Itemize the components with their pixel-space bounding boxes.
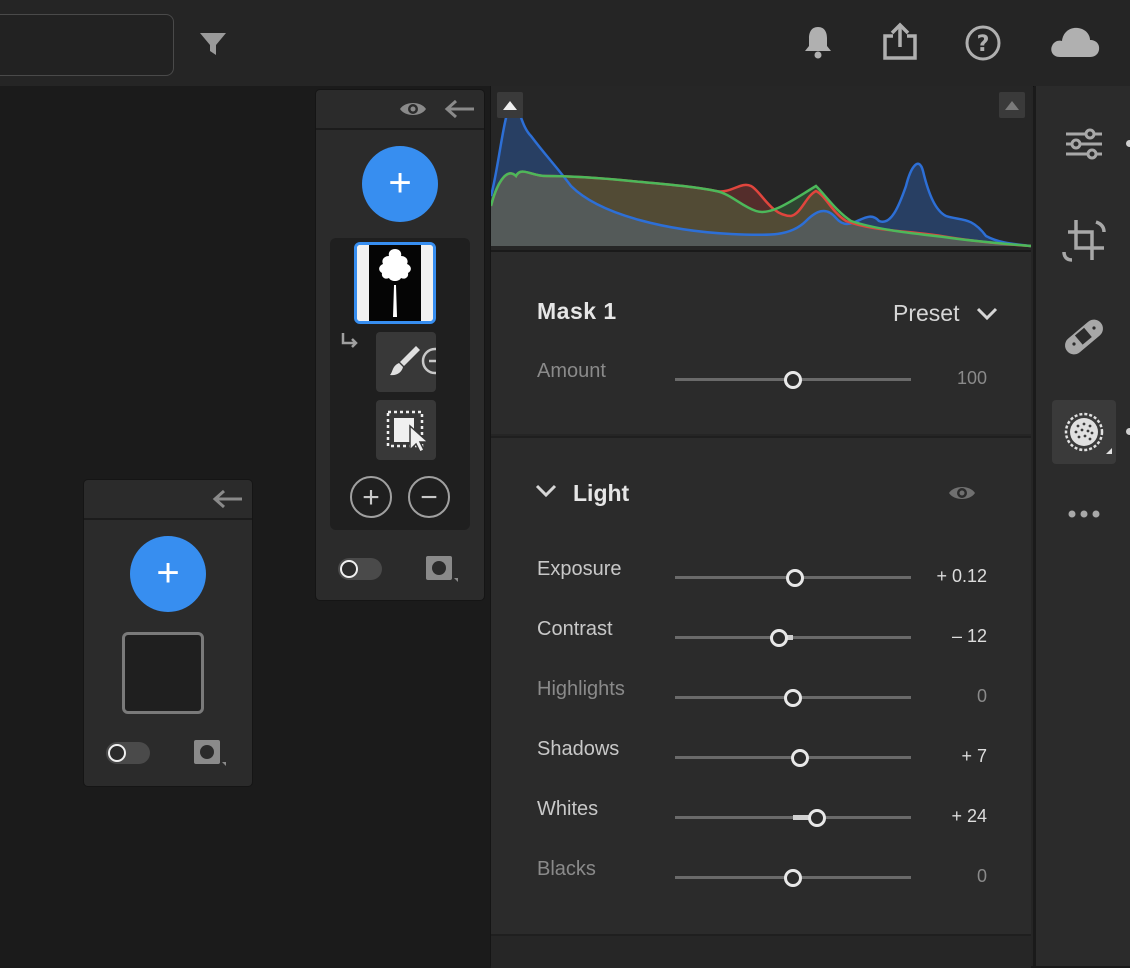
whites-value[interactable]: + 24 xyxy=(887,806,987,827)
next-section xyxy=(491,934,1031,968)
healing-button[interactable] xyxy=(1052,304,1116,368)
masks-panel: + + − xyxy=(316,90,484,600)
svg-text:?: ? xyxy=(977,32,990,57)
mask-settings-section xyxy=(491,252,1031,434)
panel-header xyxy=(316,90,484,130)
highlights-label: Highlights xyxy=(537,678,625,700)
blacks-value[interactable]: 0 xyxy=(887,866,987,887)
help-icon[interactable]: ? xyxy=(964,24,1002,62)
arrow-left-icon[interactable] xyxy=(444,98,476,120)
light-section-title[interactable]: Light xyxy=(573,480,629,507)
overlay-toggle[interactable] xyxy=(338,558,382,580)
preset-dropdown[interactable]: Preset xyxy=(893,300,998,327)
shadows-slider[interactable] xyxy=(675,749,911,767)
new-mask-panel: + xyxy=(84,480,252,786)
side-toolbar xyxy=(1034,86,1130,966)
chevron-down-icon xyxy=(976,307,997,321)
highlights-value[interactable]: 0 xyxy=(887,686,987,707)
crop-icon xyxy=(1062,220,1106,262)
chevron-down-icon[interactable] xyxy=(535,484,557,498)
add-to-mask-button[interactable]: + xyxy=(350,476,392,518)
eye-icon[interactable] xyxy=(947,482,977,504)
overlay-mode-icon[interactable] xyxy=(192,738,228,768)
empty-mask-thumbnail[interactable] xyxy=(122,632,204,714)
edit-sliders-button[interactable] xyxy=(1052,112,1116,176)
create-new-mask-button[interactable]: + xyxy=(362,146,438,222)
healing-icon xyxy=(1065,319,1103,355)
shadows-value[interactable]: + 7 xyxy=(887,746,987,767)
blacks-slider[interactable] xyxy=(675,869,911,887)
subitem-arrow-icon xyxy=(340,332,360,348)
more-button[interactable] xyxy=(1052,482,1116,546)
edit-panel: Mask 1 Preset Amount 100 Light Exposure … xyxy=(489,86,1033,968)
more-icon xyxy=(1068,510,1100,518)
arrow-left-icon[interactable] xyxy=(212,488,244,510)
mask-thumbnail[interactable] xyxy=(354,242,436,324)
exposure-slider[interactable] xyxy=(675,569,911,587)
bell-icon[interactable] xyxy=(802,24,834,60)
mask-1-group: + − xyxy=(330,238,470,530)
exposure-value[interactable]: + 0.12 xyxy=(887,566,987,587)
brush-subtract-icon xyxy=(390,346,449,376)
panel-header xyxy=(84,480,252,520)
contrast-slider[interactable] xyxy=(675,629,911,647)
highlights-slider[interactable] xyxy=(675,689,911,707)
create-new-mask-button[interactable]: + xyxy=(130,536,206,612)
top-toolbar: ? xyxy=(0,0,1130,87)
highlight-clipping-toggle[interactable] xyxy=(999,92,1025,118)
overlay-toggle[interactable] xyxy=(106,742,150,764)
amount-slider[interactable] xyxy=(675,371,911,389)
filter-icon[interactable] xyxy=(198,30,228,58)
eye-icon[interactable] xyxy=(398,98,428,120)
subtract-from-mask-button[interactable]: − xyxy=(408,476,450,518)
masking-icon xyxy=(1064,412,1112,454)
overlay-mode-icon[interactable] xyxy=(424,554,460,584)
contrast-value[interactable]: – 12 xyxy=(887,626,987,647)
crop-button[interactable] xyxy=(1052,208,1116,272)
shadow-clipping-toggle[interactable] xyxy=(497,92,523,118)
indicator-dot xyxy=(1126,140,1130,147)
preset-label: Preset xyxy=(893,300,960,326)
brush-component-button[interactable] xyxy=(376,332,449,392)
masking-button[interactable] xyxy=(1052,400,1116,464)
amount-value[interactable]: 100 xyxy=(887,368,987,389)
select-subject-button[interactable] xyxy=(376,400,436,460)
contrast-label: Contrast xyxy=(537,618,613,640)
cloud-icon[interactable] xyxy=(1048,24,1102,60)
indicator-dot xyxy=(1126,428,1130,435)
exposure-label: Exposure xyxy=(537,558,622,580)
select-subject-icon xyxy=(386,410,430,454)
blacks-label: Blacks xyxy=(537,858,596,880)
search-input[interactable] xyxy=(0,14,174,76)
whites-slider[interactable] xyxy=(675,809,911,827)
share-icon[interactable] xyxy=(880,22,920,62)
edit-sliders-icon xyxy=(1066,128,1102,160)
mask-title: Mask 1 xyxy=(537,298,617,324)
histogram xyxy=(489,86,1032,252)
shadows-label: Shadows xyxy=(537,738,620,760)
histogram-graph xyxy=(489,93,1032,248)
tree-mask-preview xyxy=(357,245,433,321)
whites-label: Whites xyxy=(537,798,599,820)
amount-label: Amount xyxy=(537,360,606,382)
